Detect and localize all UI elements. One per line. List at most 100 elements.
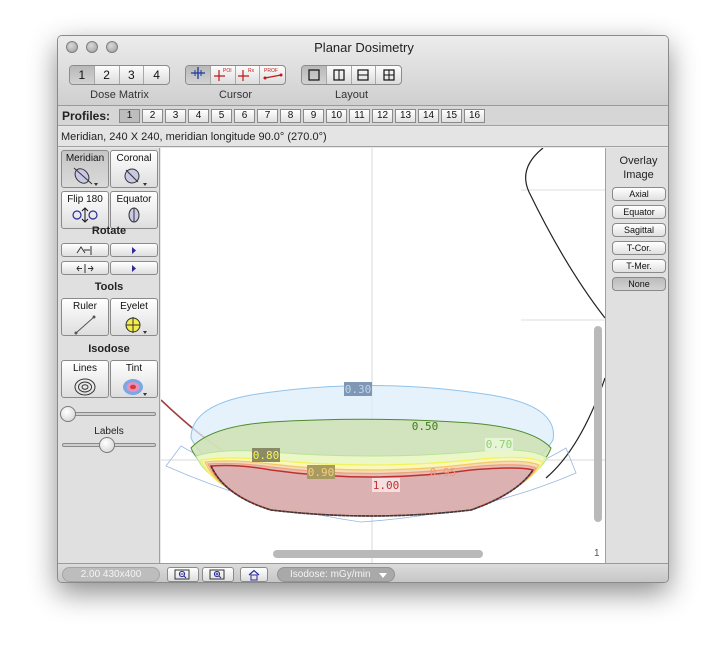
isodose-lines-button[interactable]: Lines: [61, 360, 109, 398]
zoom-readout: 2.00 430x400: [62, 567, 160, 582]
coronal-label: Coronal: [116, 153, 152, 164]
zoom-in-icon: [209, 569, 225, 580]
chevron-down-icon: [379, 573, 387, 578]
dose-canvas[interactable]: 0.30 0.50 0.70 0.80 0.90 0.95 1.00 1: [161, 148, 605, 563]
crosshair-cursor-button[interactable]: [186, 66, 211, 84]
profile-button-1[interactable]: 1: [119, 109, 140, 123]
rotate-step-right-2-button[interactable]: [110, 261, 158, 275]
globe-outline-top: [525, 148, 544, 193]
layout-two-row-button[interactable]: [352, 66, 377, 84]
titlebar: Planar Dosimetry 1 2 3 4 Dose Matrix POI…: [58, 36, 668, 106]
isodose-tint-button[interactable]: Tint: [110, 360, 158, 398]
equator-label: Equator: [116, 194, 152, 205]
profile-button-15[interactable]: 15: [441, 109, 462, 123]
coronal-button[interactable]: Coronal: [110, 150, 158, 188]
isodose-label-080: 0.80: [252, 448, 280, 462]
cursor-selector[interactable]: POI Rx PROF: [185, 65, 286, 85]
overlay-t-mer-button[interactable]: T-Mer.: [612, 259, 666, 273]
profile-button-2[interactable]: 2: [142, 109, 163, 123]
layout-four-pane-button[interactable]: [376, 66, 401, 84]
labels-slider-knob[interactable]: [99, 437, 115, 453]
rx-text: Rx: [248, 68, 255, 74]
home-view-button[interactable]: [240, 567, 268, 582]
eyelet-button[interactable]: Eyelet: [110, 298, 158, 336]
layout-single-button[interactable]: [302, 66, 327, 84]
profile-cursor-button[interactable]: PROF: [260, 66, 285, 84]
profile-button-7[interactable]: 7: [257, 109, 278, 123]
overlay-sagittal-button[interactable]: Sagittal: [612, 223, 666, 237]
isodose-label-050: 0.50: [412, 420, 439, 433]
rotate-ccw-button[interactable]: [61, 243, 109, 257]
rx-cursor-icon: Rx: [238, 68, 255, 81]
equator-button[interactable]: Equator: [110, 191, 158, 229]
overlay-title-line1: Overlay: [619, 155, 658, 167]
dose-matrix-3[interactable]: 3: [120, 66, 145, 84]
isodose-label-030: 0.30: [344, 382, 372, 396]
profile-button-5[interactable]: 5: [211, 109, 232, 123]
isodose-plot[interactable]: 0.30 0.50 0.70 0.80 0.90 0.95 1.00: [161, 148, 605, 563]
ruler-icon: [74, 315, 96, 335]
zoom-in-button[interactable]: [202, 567, 234, 582]
svg-text:0.70: 0.70: [486, 438, 513, 451]
profile-button-6[interactable]: 6: [234, 109, 255, 123]
profile-button-10[interactable]: 10: [326, 109, 347, 123]
overlay-axial-button[interactable]: Axial: [612, 187, 666, 201]
poi-cursor-icon: POI: [213, 68, 232, 81]
isodose-units-select[interactable]: Isodose: mGy/min: [277, 567, 395, 582]
profile-button-4[interactable]: 4: [188, 109, 209, 123]
dose-matrix-4[interactable]: 4: [144, 66, 169, 84]
lines-label: Lines: [73, 363, 97, 374]
coronal-icon: [124, 168, 147, 186]
zoom-out-button[interactable]: [167, 567, 199, 582]
dose-matrix-label: Dose Matrix: [90, 89, 149, 101]
overlay-panel: Overlay Image Axial Equator Sagittal T-C…: [605, 148, 668, 563]
isodose-section-title: Isodose: [88, 343, 130, 355]
svg-text:0.80: 0.80: [253, 449, 280, 462]
tools-section-title: Tools: [94, 281, 124, 293]
tint-opacity-slider-knob[interactable]: [60, 406, 76, 422]
profiles-bar: Profiles: 1 2 3 4 5 6 7 8 9 10 11 12 13 14 15 16: [58, 106, 668, 126]
rotate-ccw-icon: [76, 246, 92, 255]
vertical-scrollbar[interactable]: [594, 326, 602, 522]
rx-cursor-button[interactable]: Rx: [236, 66, 261, 84]
profile-button-11[interactable]: 11: [349, 109, 370, 123]
profile-button-8[interactable]: 8: [280, 109, 301, 123]
status-bar: 2.00 430x400 Isodose: mGy/min: [58, 563, 668, 582]
profile-button-13[interactable]: 13: [395, 109, 416, 123]
overlay-none-button[interactable]: None: [612, 277, 666, 291]
profile-button-14[interactable]: 14: [418, 109, 439, 123]
isodose-label-100: 1.00: [372, 478, 400, 492]
profile-button-16[interactable]: 16: [464, 109, 485, 123]
zoom-out-icon: [174, 569, 190, 580]
tint-opacity-slider-track[interactable]: [62, 412, 156, 416]
isodose-label-095: 0.95: [430, 466, 457, 479]
single-pane-icon: [308, 69, 320, 81]
ruler-button[interactable]: Ruler: [61, 298, 109, 336]
dose-matrix-1[interactable]: 1: [70, 66, 95, 84]
profile-button-9[interactable]: 9: [303, 109, 324, 123]
overlay-title-line2: Image: [623, 169, 654, 181]
rotate-step-right-button[interactable]: [110, 243, 158, 257]
eyelet-label: Eyelet: [120, 301, 148, 312]
flip-180-button[interactable]: Flip 180: [61, 191, 109, 229]
globe-outline-right: [528, 191, 605, 319]
four-pane-icon: [383, 69, 395, 81]
meridian-label: Meridian: [65, 153, 105, 164]
layout-selector[interactable]: [301, 65, 402, 85]
poi-cursor-button[interactable]: POI: [211, 66, 236, 84]
poi-text: POI: [223, 68, 232, 74]
play-right-icon: [132, 247, 136, 254]
profile-button-3[interactable]: 3: [165, 109, 186, 123]
overlay-equator-button[interactable]: Equator: [612, 205, 666, 219]
profile-button-12[interactable]: 12: [372, 109, 393, 123]
horizontal-scrollbar[interactable]: [273, 550, 483, 558]
overlay-t-cor-button[interactable]: T-Cor.: [612, 241, 666, 255]
overlay-title: Overlay Image: [606, 154, 668, 182]
rotate-horizontal-button[interactable]: [61, 261, 109, 275]
dose-matrix-2[interactable]: 2: [95, 66, 120, 84]
isodose-tint-icon: [123, 379, 147, 396]
meridian-button[interactable]: Meridian: [61, 150, 109, 188]
dose-matrix-selector[interactable]: 1 2 3 4: [69, 65, 170, 85]
profile-cursor-icon: PROF: [263, 68, 283, 80]
layout-two-column-button[interactable]: [327, 66, 352, 84]
